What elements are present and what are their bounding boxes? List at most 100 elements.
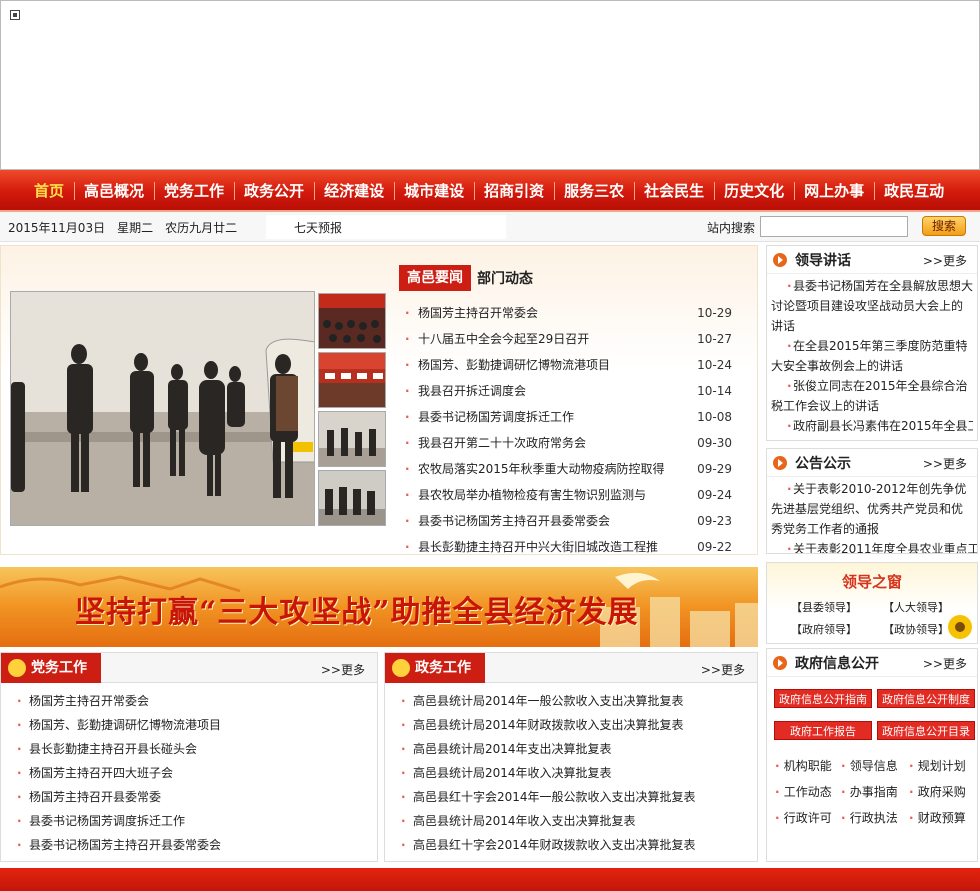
sunflower-icon (948, 615, 972, 639)
list-item[interactable]: 杨国芳主持召开县委常委 (13, 785, 377, 809)
list-item[interactable]: 杨国芳主持召开常委会 (13, 689, 377, 713)
list-item[interactable]: 十八届五中全会今起至29日召开 10-27 (402, 326, 742, 352)
nav-item-city[interactable]: 城市建设 (394, 170, 474, 212)
list-item[interactable]: 高邑县红十字会2014年一般公款收入支出决算批复表 (397, 785, 757, 809)
gov-info-policy-button[interactable]: 政府信息公开制度 (877, 689, 975, 708)
nav-item-history[interactable]: 历史文化 (714, 170, 794, 212)
list-item[interactable]: 杨国芳、彭勤捷调研忆博物流港项目 (13, 713, 377, 737)
news-title[interactable]: 县农牧局举办植物检疫有害生物识别监测与 (418, 488, 646, 502)
nav-item-interaction[interactable]: 政民互动 (874, 170, 954, 212)
list-item[interactable]: 杨国芳主持召开常委会 10-29 (402, 300, 742, 326)
panel-title: 党务工作 (1, 653, 101, 683)
nav-item-livelihood[interactable]: 社会民生 (634, 170, 714, 212)
link-budget[interactable]: 财政预算 (909, 809, 966, 826)
leaders-county-party-link[interactable]: 【县委领导】 (791, 599, 857, 615)
nav-item-agriculture[interactable]: 服务三农 (554, 170, 634, 212)
list-item[interactable]: 在全县2015年第三季度防范重特大安全事故例会上的讲话 (771, 336, 973, 376)
list-item[interactable]: 杨国芳主持召开四大班子会 (13, 761, 377, 785)
more-link[interactable]: >>更多 (923, 252, 967, 269)
panel-header: 政务工作 >>更多 (385, 653, 757, 683)
list-item[interactable]: 县委书记杨国芳调度拆迁工作 10-08 (402, 404, 742, 430)
list-item[interactable]: 高邑县统计局2014年一般公款收入支出决算批复表 (397, 689, 757, 713)
arrow-bullet-icon (773, 456, 787, 470)
list-item[interactable]: 张俊立同志在2015年全县综合治税工作会议上的讲话 (771, 376, 973, 416)
slogan-banner[interactable]: 坚持打赢“三大攻坚战”助推全县经济发展 (0, 567, 758, 647)
news-title[interactable]: 县长彭勤捷主持召开中兴大街旧城改造工程推 (418, 540, 658, 554)
gov-work-panel: 政务工作 >>更多 高邑县统计局2014年一般公款收入支出决算批复表 高邑县统计… (384, 652, 758, 862)
nav-item-home[interactable]: 首页 (24, 170, 74, 212)
list-item[interactable]: 关于表彰2010-2012年创先争优先进基层党组织、优秀共产党员和优秀党务工作者… (771, 479, 973, 539)
list-item[interactable]: 县委书记杨国芳主持召开县委常委会 09-23 (402, 508, 742, 534)
party-work-panel: 党务工作 >>更多 杨国芳主持召开常委会 杨国芳、彭勤捷调研忆博物流港项目 县长… (0, 652, 378, 862)
news-title[interactable]: 十八届五中全会今起至29日召开 (418, 332, 589, 346)
search-input[interactable] (760, 216, 908, 237)
list-item[interactable]: 县长彭勤捷主持召开县长碰头会 (13, 737, 377, 761)
link-agency-functions[interactable]: 机构职能 (775, 757, 832, 774)
nav-item-online-service[interactable]: 网上办事 (794, 170, 874, 212)
list-item[interactable]: 农牧局落实2015年秋季重大动物疫病防控取得 09-29 (402, 456, 742, 482)
list-item[interactable]: 县长彭勤捷主持召开中兴大街旧城改造工程推 09-22 (402, 534, 742, 554)
news-tabs: 高邑要闻 部门动态 (399, 264, 539, 292)
tab-department-news[interactable]: 部门动态 (471, 268, 539, 288)
news-date: 09-30 (697, 436, 732, 450)
gov-work-report-button[interactable]: 政府工作报告 (774, 721, 872, 740)
nav-item-overview[interactable]: 高邑概况 (74, 170, 154, 212)
more-link[interactable]: >>更多 (923, 655, 967, 672)
list-item[interactable]: 关于表彰2011年度全县农业重点工 (771, 539, 977, 553)
nav-item-investment[interactable]: 招商引资 (474, 170, 554, 212)
party-list: 杨国芳主持召开常委会 杨国芳、彭勤捷调研忆博物流港项目 县长彭勤捷主持召开县长碰… (1, 683, 377, 857)
list-item[interactable]: 县委书记杨国芳调度拆迁工作 (13, 809, 377, 833)
tab-county-news[interactable]: 高邑要闻 (399, 265, 471, 291)
more-link[interactable]: >>更多 (701, 661, 745, 678)
weather-forecast-link[interactable]: 七天预报 (294, 219, 342, 236)
news-title[interactable]: 杨国芳、彭勤捷调研忆博物流港项目 (418, 358, 610, 372)
link-planning[interactable]: 规划计划 (909, 757, 966, 774)
leaders-cppcc-link[interactable]: 【政协领导】 (883, 621, 949, 637)
featured-news-photo[interactable] (10, 291, 315, 526)
thumbnail-image (319, 294, 385, 348)
list-item[interactable]: 县委书记杨国芳在全县解放思想大讨论暨项目建设攻坚战动员大会上的讲话 (771, 276, 973, 336)
national-emblem-icon (392, 659, 410, 677)
list-item[interactable]: 高邑县统计局2014年支出决算批复表 (397, 737, 757, 761)
link-law-enforcement[interactable]: 行政执法 (841, 809, 898, 826)
nav-item-economy[interactable]: 经济建设 (314, 170, 394, 212)
box-title: 政府信息公开 (795, 656, 879, 672)
list-item[interactable]: 政府副县长冯素伟在2015年全县工 (771, 416, 973, 436)
news-title[interactable]: 我县召开第二十十次政府常务会 (418, 436, 586, 450)
list-item[interactable]: 我县召开第二十十次政府常务会 09-30 (402, 430, 742, 456)
link-service-guide[interactable]: 办事指南 (841, 783, 898, 800)
list-item[interactable]: 县农牧局举办植物检疫有害生物识别监测与 09-24 (402, 482, 742, 508)
nav-item-gov-open[interactable]: 政务公开 (234, 170, 314, 212)
news-thumbnail-1[interactable] (318, 293, 386, 349)
list-item[interactable]: 高邑县红十字会2014年财政拨款收入支出决算批复表 (397, 833, 757, 857)
list-item[interactable]: 高邑县统计局2014年财政拨款收入支出决算批复表 (397, 713, 757, 737)
link-licensing[interactable]: 行政许可 (775, 809, 832, 826)
news-title[interactable]: 杨国芳主持召开常委会 (418, 306, 538, 320)
more-link[interactable]: >>更多 (923, 455, 967, 472)
leaders-government-link[interactable]: 【政府领导】 (791, 621, 857, 637)
link-work-updates[interactable]: 工作动态 (775, 783, 832, 800)
news-title[interactable]: 我县召开拆迁调度会 (418, 384, 526, 398)
leaders-congress-link[interactable]: 【人大领导】 (883, 599, 949, 615)
news-thumbnail-3[interactable] (318, 411, 386, 467)
news-title[interactable]: 农牧局落实2015年秋季重大动物疫病防控取得 (418, 462, 665, 476)
news-date: 10-29 (697, 306, 732, 320)
news-title[interactable]: 县委书记杨国芳主持召开县委常委会 (418, 514, 610, 528)
more-link[interactable]: >>更多 (321, 661, 365, 678)
nav-item-party[interactable]: 党务工作 (154, 170, 234, 212)
link-leader-info[interactable]: 领导信息 (841, 757, 898, 774)
news-thumbnail-2[interactable] (318, 352, 386, 408)
gov-info-guide-button[interactable]: 政府信息公开指南 (774, 689, 872, 708)
search-button[interactable]: 搜索 (922, 216, 966, 236)
list-item[interactable]: 县委书记杨国芳主持召开县委常委会 (13, 833, 377, 857)
panel-title: 政务工作 (385, 653, 485, 683)
link-procurement[interactable]: 政府采购 (909, 783, 966, 800)
list-item[interactable]: 高邑县统计局2014年收入支出决算批复表 (397, 809, 757, 833)
list-item[interactable]: 我县召开拆迁调度会 10-14 (402, 378, 742, 404)
list-item[interactable]: 杨国芳、彭勤捷调研忆博物流港项目 10-24 (402, 352, 742, 378)
news-thumbnail-4[interactable] (318, 470, 386, 526)
news-title[interactable]: 县委书记杨国芳调度拆迁工作 (418, 410, 574, 424)
list-item[interactable]: 高邑县统计局2014年收入决算批复表 (397, 761, 757, 785)
box-header: 公告公示 >>更多 (767, 449, 977, 477)
gov-info-catalog-button[interactable]: 政府信息公开目录 (877, 721, 975, 740)
